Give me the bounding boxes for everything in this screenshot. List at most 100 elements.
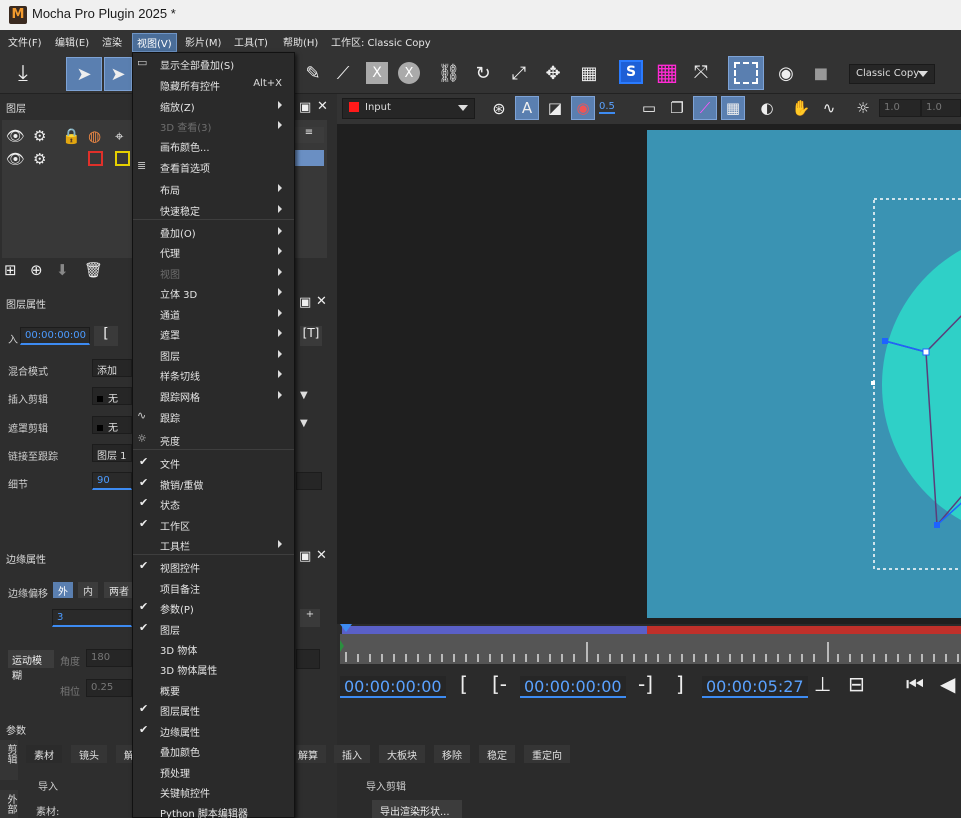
menu-item-layout[interactable]: 布局 — [133, 178, 294, 198]
layers-icon[interactable]: ❐ — [665, 96, 689, 120]
track-target-icon[interactable]: ⌖ — [115, 128, 123, 144]
menu-item-project-notes[interactable]: 项目备注 — [133, 577, 294, 597]
zoom-window-icon[interactable]: ◐ — [755, 96, 779, 120]
opacity-field[interactable]: 0.5 — [599, 101, 615, 114]
trim-range-icon[interactable]: ⊟ — [848, 672, 865, 696]
tab-reorient[interactable]: 重定向 — [524, 745, 570, 763]
menu-item-toolbars[interactable]: 工具栏 — [133, 534, 294, 554]
control-point[interactable] — [882, 338, 888, 344]
menu-item-overlays[interactable]: 叠加(O) — [133, 221, 294, 241]
new-folder-icon[interactable]: ⊞ — [4, 262, 17, 278]
chevron-down-icon[interactable]: ▼ — [300, 390, 324, 404]
menu-item-overlay-colors[interactable]: 叠加颜色 — [133, 740, 294, 760]
move-icon[interactable]: ✥ — [538, 58, 568, 88]
grid-view-icon[interactable]: ▦ — [721, 96, 745, 120]
menu-tools[interactable]: 工具(T) — [234, 34, 268, 49]
gear-icon[interactable]: ⚙ — [33, 151, 46, 167]
menu-item-channels[interactable]: 通道 — [133, 303, 294, 323]
menu-item-undo-redo[interactable]: ✔ 撤销/重做 — [133, 473, 294, 493]
playhead-icon[interactable] — [340, 624, 352, 632]
tab-megaplate[interactable]: 大板块 — [379, 745, 425, 763]
step-back-icon[interactable]: ◀ — [940, 672, 955, 696]
menu-file[interactable]: 文件(F) — [8, 34, 42, 49]
in-point-field[interactable]: 00:00:00:00 — [520, 676, 626, 698]
clip-side-tab[interactable]: 剪辑 — [0, 740, 18, 780]
in-time-field[interactable]: 00:00:00:00 — [20, 327, 90, 345]
merge-icon[interactable]: ⬇ — [56, 262, 69, 278]
matte-icon[interactable]: ◉ — [571, 96, 595, 120]
workspace-dropdown[interactable]: Classic Copy — [849, 64, 935, 84]
export-shapes-button[interactable]: 导出渲染形状... — [372, 800, 462, 818]
edge-offset-field[interactable]: 3 — [52, 609, 132, 627]
tab-stabilize[interactable]: 稳定 — [479, 745, 515, 763]
menu-item-3d-object-properties[interactable]: 3D 物体属性 — [133, 658, 294, 678]
menu-item-canvas-color[interactable]: 画布颜色... — [133, 135, 294, 155]
gear-icon[interactable]: ⚙ — [33, 128, 46, 144]
detail-slider-end[interactable] — [296, 472, 322, 490]
menu-item-overview[interactable]: 概要 — [133, 679, 294, 699]
out-point-field[interactable]: 00:00:05:27 — [702, 676, 808, 698]
set-in-bracket-icon[interactable]: [ — [460, 672, 468, 696]
detail-field[interactable]: 90 — [92, 472, 132, 490]
menu-item-keyframe-controls[interactable]: 关键帧控件 — [133, 781, 294, 801]
skip-to-start-icon[interactable]: ⏮ — [906, 672, 924, 696]
control-point[interactable] — [934, 522, 940, 528]
menu-item-workspace[interactable]: ✔ 工作区 — [133, 514, 294, 534]
menu-item-brightness[interactable]: ☼ 亮度 — [133, 429, 294, 449]
go-to-in-icon[interactable]: [- — [492, 672, 507, 696]
menu-item-zoom[interactable]: 缩放(Z) — [133, 95, 294, 115]
menu-item-3d-objects[interactable]: 3D 物体 — [133, 638, 294, 658]
menu-item-preprocess[interactable]: 预处理 — [133, 761, 294, 781]
lock-icon[interactable]: 🔒 — [62, 128, 81, 144]
surface-handle[interactable] — [871, 381, 875, 385]
input-dropdown[interactable]: Input — [342, 98, 475, 119]
current-time-field[interactable]: 00:00:00:00 — [340, 676, 446, 698]
magenta-grid-icon[interactable]: ▦ — [652, 57, 682, 87]
layer-color-swatch[interactable] — [115, 151, 130, 166]
angle-field[interactable]: 180 — [86, 649, 132, 667]
monitor-icon[interactable]: ▭ — [637, 96, 661, 120]
menu-item-status[interactable]: ✔ 状态 — [133, 493, 294, 513]
control-point[interactable] — [922, 348, 930, 356]
edge-both-option[interactable]: 两者 — [104, 582, 134, 598]
gamma-field[interactable]: 1.0 — [921, 99, 961, 117]
menu-item-edge-properties[interactable]: ✔ 边缘属性 — [133, 720, 294, 740]
close-icon[interactable]: ✕ — [317, 99, 328, 114]
eye-icon[interactable]: 👁 — [6, 151, 25, 167]
menu-item-show-all-overlays[interactable]: ▭ 显示全部叠加(S) — [133, 53, 294, 73]
x-circle-icon[interactable]: X — [394, 58, 424, 88]
menu-item-layers-sub[interactable]: 图层 — [133, 344, 294, 364]
curve-icon[interactable]: ∿ — [817, 96, 841, 120]
menu-item-mattes[interactable]: 遮罩 — [133, 323, 294, 343]
menu-item-track-grid[interactable]: 跟踪网格 — [133, 385, 294, 405]
set-in-button[interactable]: [ — [94, 326, 118, 346]
camera-icon[interactable]: ◼ — [806, 58, 836, 88]
pen-icon[interactable]: ✎ — [298, 58, 328, 88]
float-icon[interactable]: ▣ — [299, 549, 311, 564]
tab-insert[interactable]: 插入 — [334, 745, 370, 763]
surface-icon[interactable] — [728, 56, 764, 90]
add-icon[interactable]: + — [300, 609, 320, 627]
timeline[interactable] — [337, 624, 961, 668]
select-arrow-icon[interactable]: ➤ — [66, 57, 102, 91]
go-to-out-icon[interactable]: -] — [638, 672, 653, 696]
insert-clip-select[interactable]: 无 — [92, 387, 132, 405]
menu-item-python-editor[interactable]: Python 脚本编辑器 — [133, 801, 294, 818]
rgb-channels-icon[interactable]: ⊛ — [487, 96, 511, 120]
layer-color-swatch[interactable] — [88, 151, 103, 166]
menu-item-parameters[interactable]: ✔ 参数(P) — [133, 597, 294, 617]
link-icon[interactable]: ⛓ — [434, 58, 464, 88]
exposure-field[interactable]: 1.0 — [879, 99, 921, 117]
menu-item-track[interactable]: ∿ 跟踪 — [133, 406, 294, 426]
menu-item-layers[interactable]: ✔ 图层 — [133, 618, 294, 638]
trash-icon[interactable]: 🗑 — [84, 262, 103, 278]
menu-render[interactable]: 渲染 — [102, 34, 122, 49]
menu-item-stereo-3d[interactable]: 立体 3D — [133, 282, 294, 302]
blend-mode-select[interactable]: 添加 — [92, 359, 132, 377]
edge-outer-option[interactable]: 外 — [53, 582, 73, 598]
scale-icon[interactable]: ⤢ — [504, 58, 534, 88]
edge-inner-option[interactable]: 内 — [78, 582, 98, 598]
close-icon[interactable]: ✕ — [316, 548, 327, 563]
menu-item-spline-tangents[interactable]: 样条切线 — [133, 364, 294, 384]
select-arrow-b-icon[interactable]: ➤ — [104, 57, 132, 91]
